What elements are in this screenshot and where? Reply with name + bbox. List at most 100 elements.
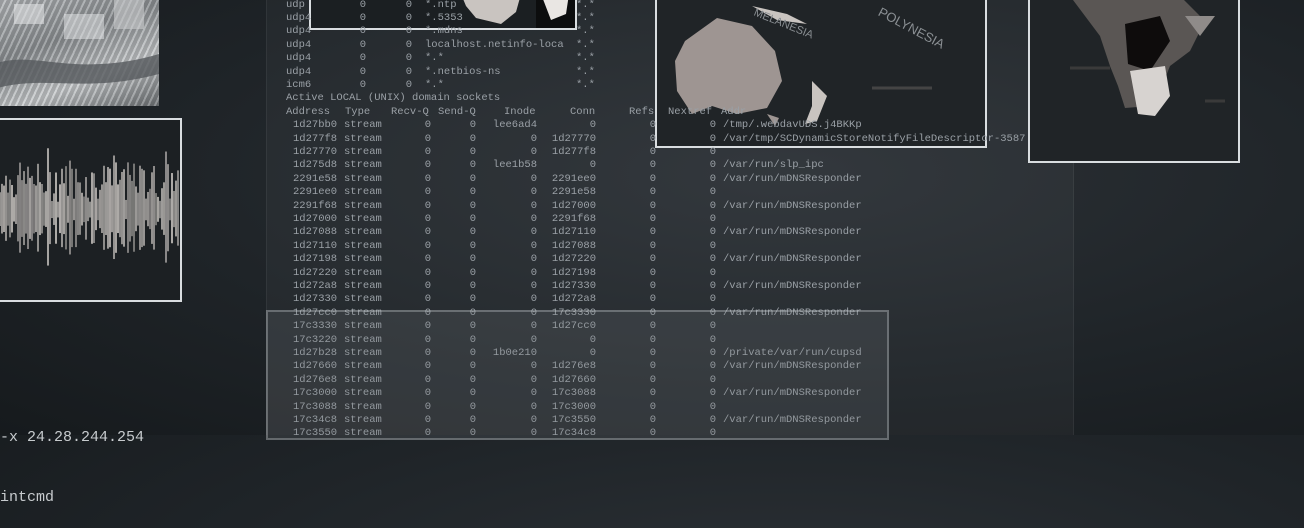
socket-cell: /var/run/mDNSResponder [723,199,862,212]
socket-cell: 1d27330 [293,293,338,306]
send-cell: 0 [405,38,412,51]
local-address-cell: *.* [425,52,444,65]
socket-cell: /var/run/mDNSResponder [723,279,862,292]
socket-cell: 0 [709,199,716,212]
socket-cell: 0 [469,132,476,145]
recv-cell: 0 [359,11,366,24]
aerial-photo-thumbnail [0,0,159,106]
socket-cell: stream [344,132,382,145]
socket-cell: stream [344,212,382,225]
socket-cell: 0 [649,226,656,239]
socket-cell: lee1b58 [492,159,537,172]
header-cell: Nextref [668,105,713,118]
send-cell: 0 [405,11,412,24]
send-cell: 0 [405,52,412,65]
socket-cell: 0 [709,239,716,252]
socket-cell: 0 [530,212,537,225]
socket-cell: 0 [469,159,476,172]
socket-cell: /tmp/.webdavUDS.j4BKKp [723,119,862,132]
proto-cell: udp4 [286,52,312,65]
socket-cell: 0 [424,172,431,185]
socket-cell: 1d27000 [293,212,338,225]
socket-cell: 1d27198 [551,266,596,279]
socket-cell: 0 [469,253,476,266]
socket-cell: 0 [530,253,537,266]
recv-cell: 0 [359,52,366,65]
socket-cell: 0 [469,279,476,292]
send-cell: 0 [405,0,412,11]
socket-cell: 0 [530,239,537,252]
proto-cell: udp4 [286,38,312,51]
socket-cell: stream [344,186,382,199]
socket-cell: stream [344,266,382,279]
audio-waveform-panel [0,118,182,302]
socket-cell: 0 [709,253,716,266]
socket-cell: 0 [469,239,476,252]
socket-cell: 0 [709,266,716,279]
socket-cell: 1d272a8 [293,279,338,292]
socket-cell: 0 [649,145,656,158]
socket-cell: 0 [530,186,537,199]
socket-cell: stream [344,293,382,306]
header-cell: Address [286,105,331,118]
melanesia-label: MELANESIA [752,7,815,42]
socket-cell: 0 [649,132,656,145]
foreign-address-cell: *.* [576,78,595,91]
socket-cell: 0 [709,159,716,172]
recv-cell: 0 [359,65,366,78]
socket-cell: 1d27220 [293,266,338,279]
proto-cell: udp4 [286,11,312,24]
socket-cell: stream [344,239,382,252]
socket-cell: 0 [530,199,537,212]
send-cell: 0 [405,65,412,78]
africa-map-thumbnail [1028,0,1240,163]
socket-cell: stream [344,253,382,266]
header-cell: Send-Q [438,105,476,118]
socket-cell: 0 [709,132,716,145]
socket-cell: 0 [709,226,716,239]
socket-cell: stream [344,199,382,212]
socket-cell: 0 [589,119,596,132]
socket-cell: 0 [709,279,716,292]
socket-cell: 0 [469,226,476,239]
socket-cell: 0 [424,145,431,158]
socket-cell: 2291f68 [293,199,338,212]
foreign-address-cell: *.* [576,38,595,51]
socket-cell: 0 [469,172,476,185]
socket-cell: 1d27088 [551,239,596,252]
socket-cell: 0 [469,199,476,212]
socket-cell: 1d27bb0 [293,119,338,132]
socket-cell: 0 [424,239,431,252]
socket-cell: 0 [424,279,431,292]
socket-cell: 0 [424,159,431,172]
socket-cell: 0 [709,172,716,185]
socket-cell: 0 [469,186,476,199]
socket-cell: /var/tmp/SCDynamicStoreNotifyFileDescrip… [723,132,1026,145]
polynesia-label: POLYNESIA [876,4,948,52]
socket-cell: 0 [424,119,431,132]
command-line-1: -x 24.28.244.254 [0,429,145,446]
header-cell: Refs [629,105,655,118]
local-address-cell: localhost.netinfo-loca [425,38,564,51]
section-title-text: Active LOCAL (UNIX) domain sockets [286,92,501,105]
socket-cell: 1d27198 [293,253,338,266]
socket-cell: 1d27330 [551,279,596,292]
socket-cell: 0 [649,279,656,292]
foreign-address-cell: *.* [576,52,595,65]
socket-cell: 0 [649,199,656,212]
socket-cell: 0 [649,253,656,266]
socket-cell: stream [344,159,382,172]
send-cell: 0 [405,25,412,38]
socket-cell: 0 [589,159,596,172]
socket-cell: 2291e58 [293,172,338,185]
socket-cell: 0 [530,226,537,239]
socket-cell: 2291e58 [551,186,596,199]
socket-cell: 0 [469,145,476,158]
foreign-address-cell: *.* [576,11,595,24]
selection-overlay [266,310,889,440]
socket-cell: 1d272a8 [551,293,596,306]
socket-cell: 0 [649,159,656,172]
socket-cell: 1d27000 [551,199,596,212]
socket-cell: /var/run/mDNSResponder [723,253,862,266]
send-cell: 0 [405,78,412,91]
